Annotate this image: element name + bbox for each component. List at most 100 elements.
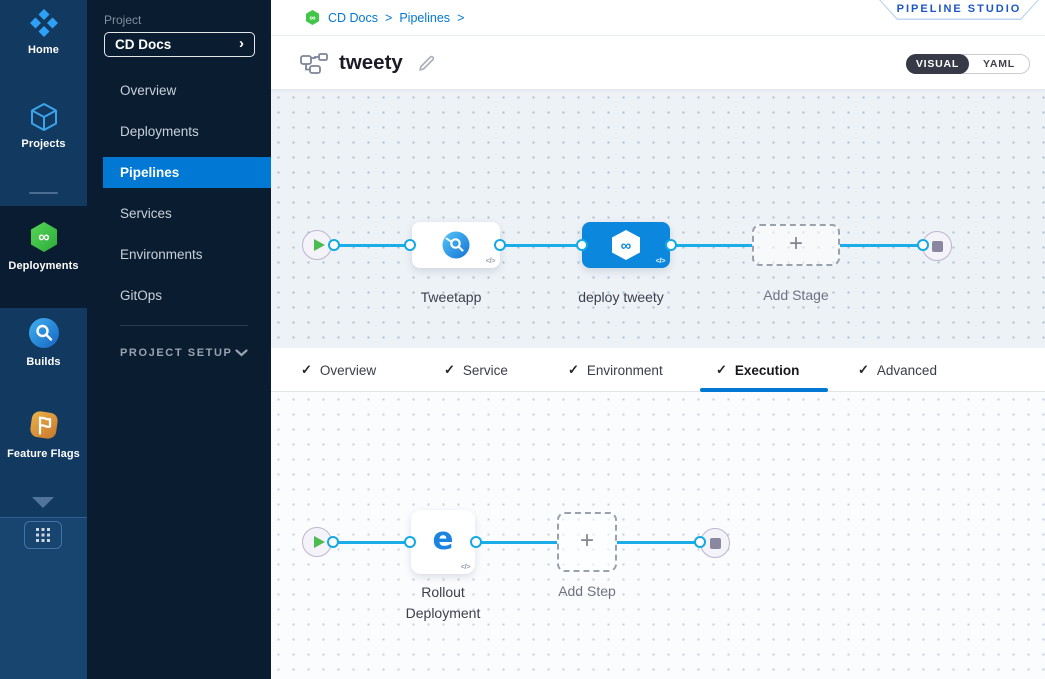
edge-connector[interactable] — [576, 239, 588, 251]
stage-config-tabs: ✓Overview ✓Service ✓Environment ✓Executi… — [271, 348, 1045, 392]
rollout-deployment-icon: e — [432, 524, 453, 555]
tab-advanced[interactable]: ✓Advanced — [858, 348, 937, 392]
connector-line — [476, 541, 557, 544]
breadcrumb-link-project[interactable]: CD Docs — [328, 11, 378, 25]
main-panel: ∞ CD Docs > Pipelines > PIPELINE STUDIO … — [271, 0, 1045, 679]
check-icon: ✓ — [301, 362, 312, 378]
module-switcher-button[interactable] — [24, 521, 62, 549]
add-step-button[interactable]: + — [557, 512, 617, 572]
sidebar-item-environments[interactable]: Environments — [103, 239, 271, 270]
play-icon — [314, 239, 325, 251]
pipeline-studio-badge: PIPELINE STUDIO — [879, 0, 1039, 20]
connector-line — [840, 244, 923, 247]
connector-line — [617, 541, 700, 544]
breadcrumb-link-pipelines[interactable]: Pipelines — [399, 11, 450, 25]
step-label: Rollout Deployment — [393, 582, 493, 624]
sidebar-item-gitops[interactable]: GitOps — [103, 280, 271, 311]
sidebar-item-pipelines[interactable]: Pipelines — [103, 157, 271, 188]
pipeline-studio-app: Home Projects ∞ Deployments Builds Featu… — [0, 0, 1045, 679]
project-selector[interactable]: CD Docs › — [104, 32, 255, 57]
edge-connector[interactable] — [404, 239, 416, 251]
code-view-icon[interactable]: </> — [461, 562, 470, 571]
tab-execution[interactable]: ✓Execution — [716, 348, 799, 392]
check-icon: ✓ — [716, 362, 727, 378]
execution-canvas: e </> + Rollout Deployment Add Step — [271, 392, 1045, 679]
builds-icon — [27, 316, 61, 350]
add-stage-label: Add Stage — [736, 285, 856, 306]
plus-icon: + — [580, 529, 594, 553]
view-toggle: VISUAL YAML — [906, 54, 1030, 74]
pipeline-icon — [300, 52, 328, 74]
svg-text:∞: ∞ — [38, 229, 49, 246]
feature-flags-icon — [27, 408, 61, 442]
edge-connector[interactable] — [328, 239, 340, 251]
edit-pencil-icon[interactable] — [417, 53, 437, 73]
project-name: CD Docs — [115, 37, 171, 52]
add-step-label: Add Step — [537, 581, 637, 602]
code-view-icon[interactable]: </> — [656, 256, 665, 265]
edge-connector[interactable] — [917, 239, 929, 251]
stage-label: Tweetapp — [391, 287, 511, 308]
badge-label: PIPELINE STUDIO — [897, 3, 1022, 16]
sidebar-item-home[interactable]: Home — [0, 8, 87, 56]
build-stage-icon — [441, 230, 471, 260]
sidebar-divider — [120, 325, 248, 326]
tab-overview[interactable]: ✓Overview — [301, 348, 376, 392]
add-stage-button[interactable]: + — [752, 224, 840, 266]
project-setup-toggle[interactable]: PROJECT SETUP — [120, 347, 248, 359]
sidebar-item-label: Feature Flags — [7, 448, 80, 460]
projects-icon — [30, 102, 58, 132]
waffle-grid-icon — [36, 528, 50, 542]
svg-text:∞: ∞ — [309, 12, 315, 22]
sidebar-item-builds[interactable]: Builds — [0, 316, 87, 368]
stage-node-deploy-tweety[interactable]: ∞ </> — [582, 222, 670, 268]
sidebar-item-deployments[interactable]: ∞ Deployments — [0, 220, 87, 272]
breadcrumb-separator: > — [457, 11, 464, 25]
tab-service[interactable]: ✓Service — [444, 348, 508, 392]
play-icon — [314, 536, 325, 548]
sidebar-item-label: Home — [28, 44, 59, 56]
edge-connector[interactable] — [665, 239, 677, 251]
sidebar-divider — [29, 192, 58, 194]
plus-icon: + — [789, 232, 803, 256]
module-sidebar: Home Projects ∞ Deployments Builds Featu… — [0, 0, 87, 679]
chevron-down-icon — [235, 349, 248, 357]
edge-connector[interactable] — [494, 239, 506, 251]
check-icon: ✓ — [568, 362, 579, 378]
stop-icon — [710, 538, 721, 549]
toggle-yaml-button[interactable]: YAML — [969, 55, 1029, 73]
sidebar-item-deployments-menu[interactable]: Deployments — [103, 116, 271, 147]
stage-canvas: </> ∞ </> + Tweetapp deploy tweety Add S… — [271, 90, 1045, 348]
check-icon: ✓ — [444, 362, 455, 378]
chevron-right-icon: › — [239, 36, 244, 51]
step-node-rollout-deployment[interactable]: e </> — [411, 510, 475, 574]
sidebar-item-overview[interactable]: Overview — [103, 75, 271, 106]
project-sidebar: Project CD Docs › Overview Deployments P… — [87, 0, 271, 679]
tab-environment[interactable]: ✓Environment — [568, 348, 663, 392]
sidebar-item-feature-flags[interactable]: Feature Flags — [0, 408, 87, 460]
check-icon: ✓ — [858, 362, 869, 378]
home-icon — [29, 8, 59, 38]
title-bar: tweety VISUAL YAML — [271, 36, 1045, 90]
sidebar-more-chevron-icon[interactable] — [32, 497, 54, 508]
sidebar-item-label: Projects — [21, 138, 65, 150]
sidebar-item-projects[interactable]: Projects — [0, 102, 87, 150]
svg-text:∞: ∞ — [621, 238, 632, 255]
edge-connector[interactable] — [327, 536, 339, 548]
sidebar-item-label: Deployments — [8, 260, 78, 272]
code-view-icon[interactable]: </> — [486, 256, 495, 265]
deploy-stage-icon: ∞ — [609, 229, 643, 261]
stage-node-tweetapp[interactable]: </> — [412, 222, 500, 268]
project-label: Project — [104, 13, 141, 27]
sidebar-item-services[interactable]: Services — [103, 198, 271, 229]
edge-connector[interactable] — [404, 536, 416, 548]
pipeline-title: tweety — [339, 51, 403, 75]
stop-icon — [932, 241, 943, 252]
edge-connector[interactable] — [470, 536, 482, 548]
breadcrumb-separator: > — [385, 11, 392, 25]
connector-line — [333, 541, 410, 544]
toggle-visual-button[interactable]: VISUAL — [906, 54, 969, 74]
edge-connector[interactable] — [694, 536, 706, 548]
active-tab-underline — [700, 388, 828, 392]
connector-line — [671, 244, 752, 247]
